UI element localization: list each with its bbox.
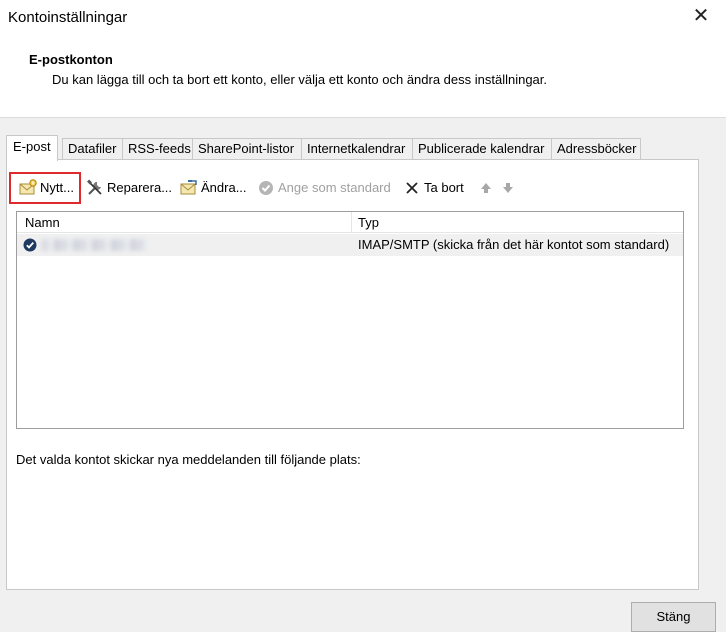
move-up-icon bbox=[477, 179, 495, 197]
close-icon[interactable]: ✕ bbox=[690, 5, 712, 27]
accounts-list[interactable]: Namn Typ IMAP/SMTP (skicka från det här … bbox=[16, 211, 684, 429]
delivery-location-text: Det valda kontot skickar nya meddelanden… bbox=[16, 452, 361, 467]
account-type: IMAP/SMTP (skicka från det här kontot so… bbox=[358, 237, 670, 252]
tab-e-post[interactable]: E-post bbox=[6, 135, 58, 161]
account-toolbar: Nytt... Reparera... Ändra... Ange som st… bbox=[9, 172, 669, 204]
change-label: Ändra... bbox=[201, 180, 247, 195]
account-name-redacted bbox=[41, 239, 147, 251]
new-account-button[interactable]: Nytt... bbox=[19, 176, 74, 200]
repair-label: Reparera... bbox=[107, 180, 173, 195]
tab-publicerade-kalendrar[interactable]: Publicerade kalendrar bbox=[412, 138, 552, 160]
accounts-list-header: Namn Typ bbox=[17, 212, 683, 233]
section-description: Du kan lägga till och ta bort ett konto,… bbox=[52, 72, 548, 87]
set-default-label: Ange som standard bbox=[278, 180, 391, 195]
tab-datafiler[interactable]: Datafiler bbox=[62, 138, 123, 160]
default-account-check-icon bbox=[23, 234, 39, 256]
repair-button[interactable]: Reparera... bbox=[86, 176, 172, 200]
tab-sharepoint-listor[interactable]: SharePoint-listor bbox=[192, 138, 302, 160]
account-row[interactable]: IMAP/SMTP (skicka från det här kontot so… bbox=[17, 234, 683, 256]
move-up-button[interactable] bbox=[477, 176, 498, 200]
column-header-type[interactable]: Typ bbox=[352, 212, 683, 233]
tab-rss-feeds[interactable]: RSS-feeds bbox=[122, 138, 193, 160]
tab-adressbocker[interactable]: Adressböcker bbox=[551, 138, 641, 160]
remove-icon bbox=[403, 179, 421, 197]
window-title: Kontoinställningar bbox=[8, 9, 128, 26]
email-accounts-panel: Nytt... Reparera... Ändra... Ange som st… bbox=[6, 159, 699, 590]
remove-button[interactable]: Ta bort bbox=[403, 176, 464, 200]
section-title: E-postkonton bbox=[29, 52, 113, 67]
new-account-label: Nytt... bbox=[40, 180, 74, 195]
dialog-header: Kontoinställningar ✕ E-postkonton Du kan… bbox=[0, 0, 726, 118]
close-button[interactable]: Stäng bbox=[631, 602, 716, 632]
move-down-button[interactable] bbox=[499, 176, 520, 200]
tab-internetkalendrar[interactable]: Internetkalendrar bbox=[301, 138, 413, 160]
move-down-icon bbox=[499, 179, 517, 197]
remove-label: Ta bort bbox=[424, 180, 464, 195]
column-header-name[interactable]: Namn bbox=[19, 212, 351, 233]
set-default-icon bbox=[257, 179, 275, 197]
new-account-icon bbox=[19, 179, 37, 197]
set-default-button[interactable]: Ange som standard bbox=[257, 176, 391, 200]
change-icon bbox=[180, 179, 198, 197]
repair-icon bbox=[86, 179, 104, 197]
change-button[interactable]: Ändra... bbox=[180, 176, 247, 200]
